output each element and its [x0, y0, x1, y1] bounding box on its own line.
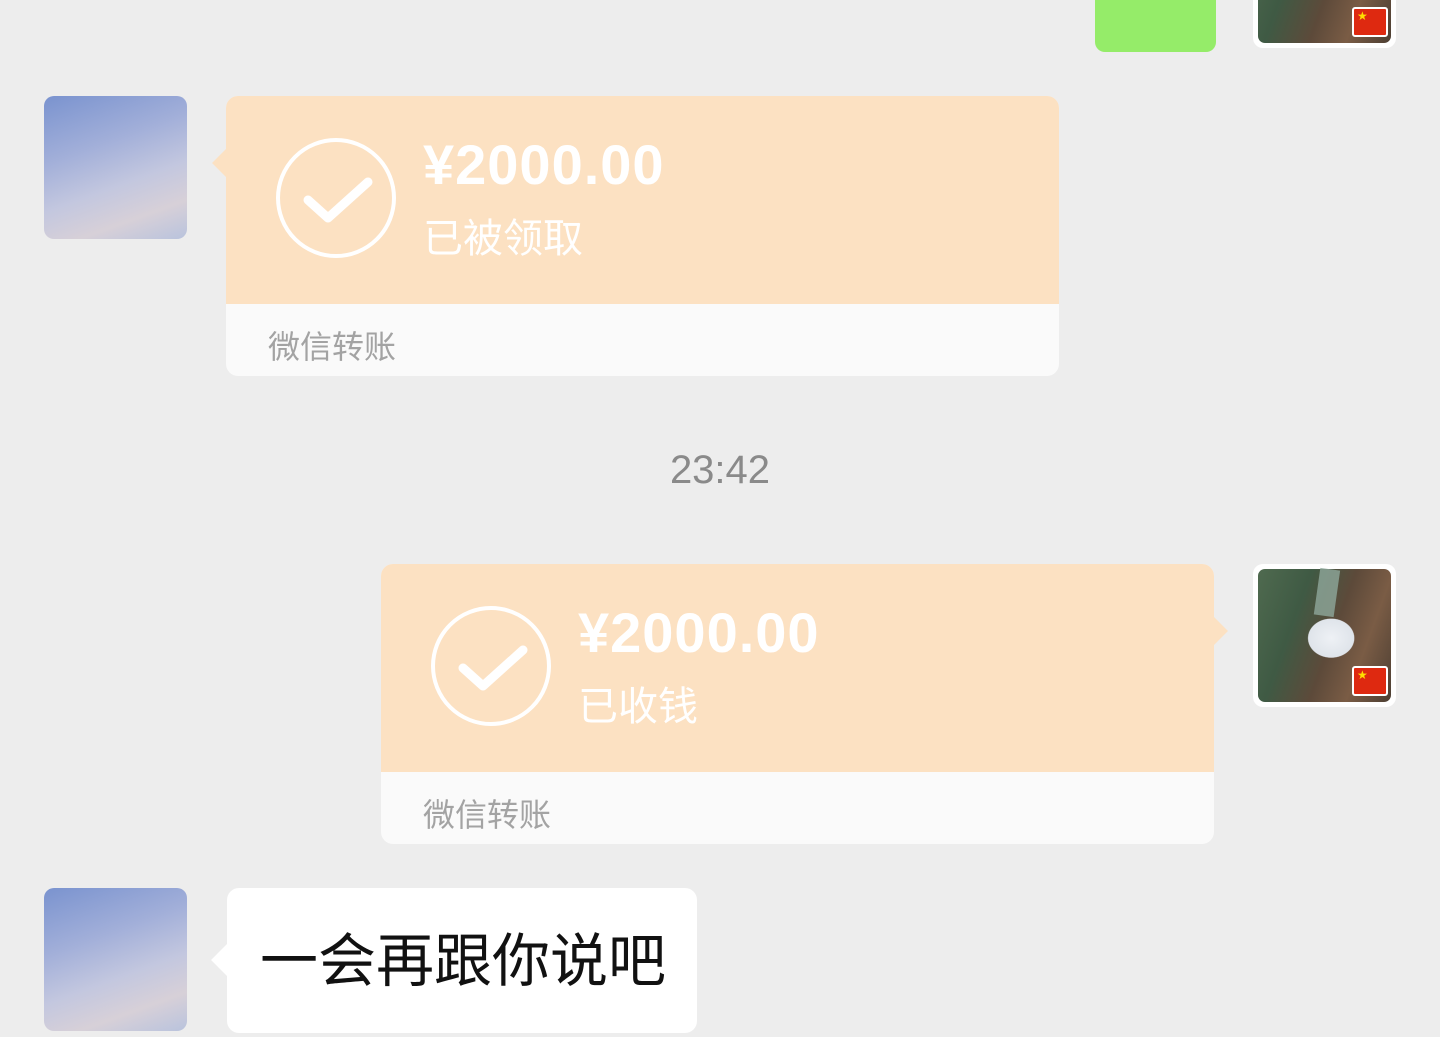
- flag-star: ★: [1357, 9, 1368, 23]
- contact-avatar[interactable]: [44, 96, 187, 239]
- check-circle-icon: [276, 138, 396, 258]
- transfer-status: 已被领取: [423, 216, 583, 262]
- time-divider: 23:42: [669, 448, 771, 492]
- transfer-amount: ¥2000.00: [578, 601, 820, 664]
- transfer-status: 已收钱: [578, 684, 698, 730]
- china-flag-icon: ★: [1352, 666, 1388, 696]
- received-message-text: 一会再跟你说吧: [260, 927, 667, 995]
- bubble-tail: [211, 943, 245, 977]
- flag-star: ★: [1357, 668, 1368, 682]
- transfer-card-received[interactable]: ¥2000.00 已被领取 微信转账: [212, 96, 1059, 376]
- transfer-amount: ¥2000.00: [423, 133, 665, 196]
- my-avatar[interactable]: ★: [1253, 564, 1396, 707]
- transfer-card-body: ¥2000.00 已被领取: [226, 96, 1059, 304]
- watch-strap: [1313, 567, 1340, 617]
- sent-message-bubble[interactable]: 吧: [1095, 0, 1216, 52]
- transfer-card-body: ¥2000.00 已收钱: [381, 564, 1214, 772]
- transfer-label: 微信转账: [268, 328, 397, 366]
- avatar-photo: ★: [1258, 567, 1391, 702]
- transfer-card-sent[interactable]: ¥2000.00 已收钱 微信转账: [381, 564, 1228, 844]
- china-flag-icon: ★: [1352, 7, 1388, 37]
- avatar-photo: ★: [1258, 0, 1391, 43]
- check-circle-icon: [431, 606, 551, 726]
- received-message-bubble[interactable]: 一会再跟你说吧: [211, 888, 697, 1033]
- my-avatar[interactable]: ★: [1253, 0, 1396, 48]
- transfer-label: 微信转账: [423, 796, 552, 834]
- contact-avatar[interactable]: [44, 888, 187, 1031]
